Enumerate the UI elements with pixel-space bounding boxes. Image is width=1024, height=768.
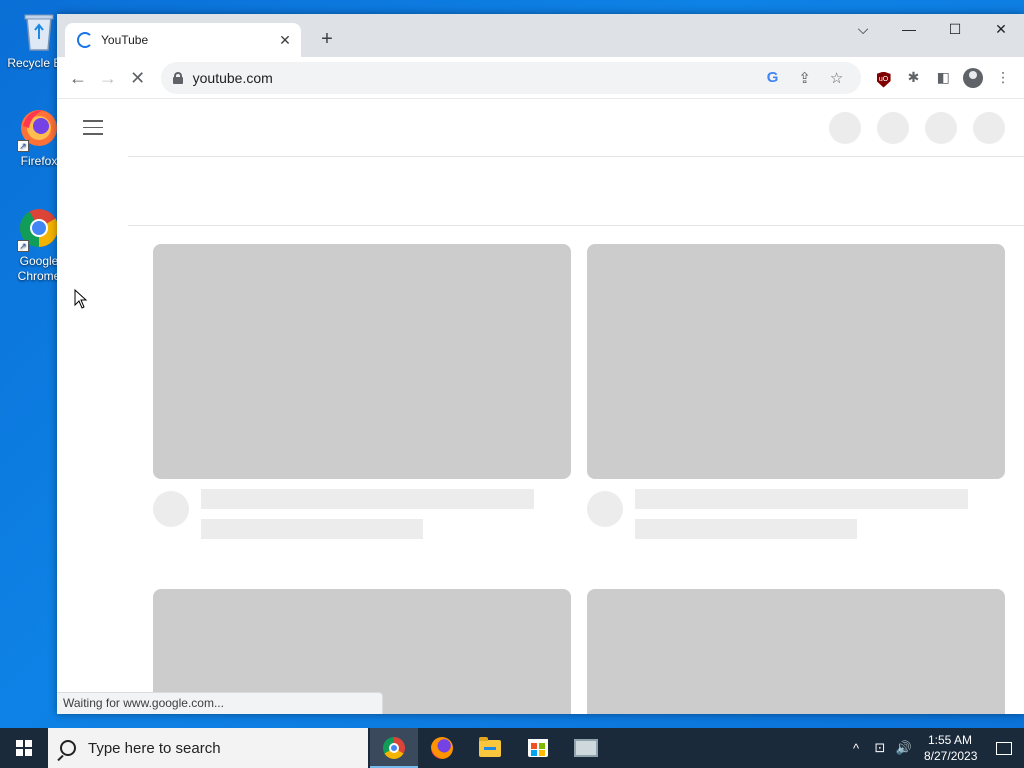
recycle-bin-icon (17, 8, 61, 52)
taskbar-remote-desktop[interactable] (562, 728, 610, 768)
clock[interactable]: 1:55 AM 8/27/2023 (916, 732, 984, 764)
skeleton-thumbnail (587, 244, 1005, 479)
window-controls: ⌵ — ☐ ✕ (840, 14, 1024, 44)
chrome-icon (383, 737, 405, 759)
profile-avatar-icon[interactable] (958, 67, 988, 88)
ublock-extension-icon[interactable]: uO (869, 68, 899, 88)
taskbar-firefox[interactable] (418, 728, 466, 768)
tab-strip: YouTube ✕ + ⌵ — ☐ ✕ (57, 14, 1024, 57)
firefox-icon: ↗ (17, 106, 61, 152)
forward-button[interactable]: → (93, 62, 123, 94)
extensions-puzzle-icon[interactable]: ✱ (899, 69, 929, 86)
skeleton-header-icon (925, 112, 957, 144)
search-icon (60, 740, 76, 756)
ublock-shield: uO (876, 71, 891, 88)
browser-toolbar: ← → ✕ youtube.com G ⇪ ☆ uO ✱ ◧ ⋮ (57, 57, 1024, 99)
chrome-icon: ↗ (17, 206, 61, 252)
taskbar-microsoft-store[interactable] (514, 728, 562, 768)
taskbar-file-explorer[interactable] (466, 728, 514, 768)
tab-close-icon[interactable]: ✕ (277, 32, 293, 48)
volume-icon[interactable]: 🔊 (892, 740, 916, 756)
youtube-page-skeleton: Waiting for www.google.com... (57, 100, 1024, 714)
chips-divider (128, 225, 1024, 226)
windows-logo-icon (16, 740, 32, 756)
taskbar: Type here to search ^ ⊡ 🔊 1:55 AM 8/27/2… (0, 728, 1024, 768)
taskbar-search-box[interactable]: Type here to search (48, 728, 368, 768)
loading-spinner-icon (77, 32, 93, 48)
minimize-button[interactable]: — (886, 14, 932, 44)
url-text[interactable]: youtube.com (193, 70, 757, 86)
skeleton-header-icon (973, 112, 1005, 144)
skeleton-avatar (587, 491, 623, 527)
tab-search-chevron-icon[interactable]: ⌵ (840, 14, 886, 44)
skeleton-meta-line (635, 519, 857, 539)
bookmark-star-icon[interactable]: ☆ (821, 69, 853, 87)
firefox-icon (431, 737, 453, 759)
stop-loading-button[interactable]: ✕ (123, 62, 153, 94)
status-bubble: Waiting for www.google.com... (57, 692, 383, 714)
start-button[interactable] (0, 728, 48, 768)
notification-center-button[interactable] (984, 728, 1024, 768)
notification-icon (996, 741, 1012, 755)
tray-chevron-icon[interactable]: ^ (844, 741, 868, 756)
skeleton-header-icon (877, 112, 909, 144)
clock-time: 1:55 AM (927, 733, 973, 747)
hamburger-menu-icon[interactable] (83, 120, 103, 140)
folder-icon (479, 736, 501, 757)
header-divider (128, 156, 1024, 157)
tab-title: YouTube (101, 33, 149, 47)
skeleton-avatar (153, 491, 189, 527)
shortcut-arrow-icon: ↗ (17, 140, 29, 152)
skeleton-title-line (635, 489, 968, 509)
skeleton-header-icon (829, 112, 861, 144)
back-button[interactable]: ← (63, 62, 93, 94)
system-tray: ^ ⊡ 🔊 1:55 AM 8/27/2023 (844, 728, 1024, 768)
tab-youtube[interactable]: YouTube ✕ (65, 23, 301, 57)
skeleton-thumbnail (153, 244, 571, 479)
store-bag-icon (528, 739, 548, 757)
address-bar[interactable]: youtube.com G ⇪ ☆ (160, 61, 861, 94)
skeleton-thumbnail (587, 589, 1005, 714)
close-window-button[interactable]: ✕ (978, 14, 1024, 44)
browser-window: YouTube ✕ + ⌵ — ☐ ✕ ← → ✕ youtube.com G … (57, 14, 1024, 714)
google-lens-icon[interactable]: G (757, 69, 789, 86)
shortcut-arrow-icon: ↗ (17, 240, 29, 252)
skeleton-title-line (201, 489, 534, 509)
maximize-button[interactable]: ☐ (932, 14, 978, 44)
search-placeholder: Type here to search (88, 739, 221, 757)
new-tab-button[interactable]: + (315, 28, 339, 52)
clock-date: 8/27/2023 (924, 749, 978, 763)
taskbar-chrome[interactable] (370, 728, 418, 768)
mouse-cursor-icon (74, 289, 88, 309)
monitor-icon (574, 739, 598, 757)
share-icon[interactable]: ⇪ (789, 69, 821, 87)
skeleton-meta-line (201, 519, 423, 539)
lock-icon[interactable] (172, 71, 183, 84)
menu-kebab-icon[interactable]: ⋮ (988, 69, 1018, 86)
side-panel-icon[interactable]: ◧ (928, 69, 958, 86)
network-icon[interactable]: ⊡ (868, 740, 892, 756)
